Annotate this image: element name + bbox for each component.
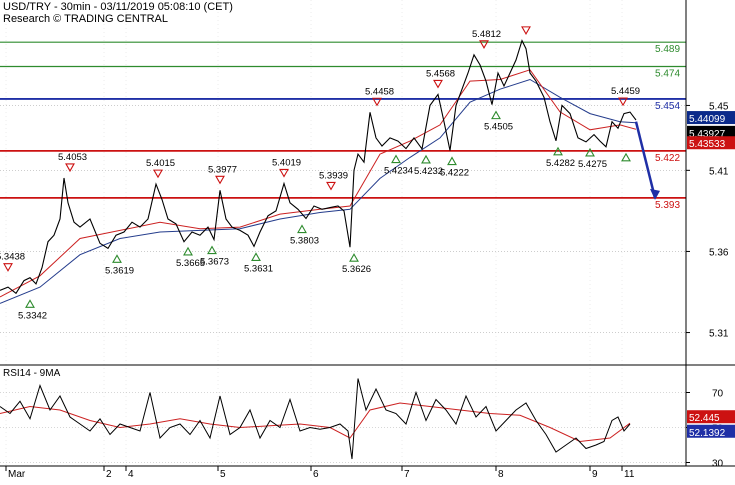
level-label: 5.474: [655, 69, 680, 80]
pivot-high-marker: [326, 181, 336, 191]
rsi-y-tick-label: 30: [712, 459, 724, 470]
pivot-high-marker: [433, 79, 443, 89]
chart-subtitle: Research © TRADING CENTRAL: [3, 13, 168, 25]
pivot-low-marker: [183, 246, 193, 256]
pivot-annotations: 5.4053 5.4015 5.3977 5.4019 5.3939 5.4458 5.45…: [0, 26, 640, 321]
pivot-low-label: 5.4234: [384, 166, 413, 177]
level-label: 5.454: [655, 101, 680, 112]
pivot-low-label: 5.3803: [290, 236, 319, 247]
pivot-high-label: 5.4458: [365, 86, 394, 97]
pivot-low-label: 5.3673: [200, 257, 229, 268]
rsi-title: RSI14 - 9MA: [3, 368, 61, 379]
y-tick-label: 5.41: [709, 166, 729, 177]
pivot-low-marker: [621, 152, 631, 162]
rsi-value-tag: 52.445: [689, 413, 720, 424]
pivot-low-marker: [349, 253, 359, 262]
pivot-low-label: 5.3626: [342, 264, 371, 275]
support-resistance-levels: 5.489 5.474 5.454 5.422 5.393: [0, 41, 686, 211]
ma-blue-line: [0, 78, 637, 304]
pivot-high-label: 5.4459: [611, 86, 640, 97]
pivot-low-marker: [391, 154, 401, 164]
pivot-low-marker: [421, 154, 431, 164]
pivot-high-label: 5.4053: [58, 152, 87, 163]
rsi-value-tag: 52.1392: [689, 428, 726, 439]
x-tick-label: 8: [498, 469, 504, 480]
chart-svg: 5.4895.4745.4545.4225.393 5.40535.40155.…: [0, 0, 735, 480]
price-line: [0, 39, 637, 295]
pivot-high-label: 5.4015: [146, 158, 175, 169]
forecast-arrow: [634, 121, 657, 199]
pivot-high-label: 5.4568: [426, 68, 455, 79]
x-axis: Mar 2 4 5 6 7 8 9 11: [0, 465, 735, 480]
pivot-high-marker: [3, 263, 13, 272]
level-label: 5.393: [655, 200, 680, 211]
pivot-high-marker: [153, 169, 163, 179]
pivot-high-label: 5.4019: [272, 157, 301, 168]
x-tick-label: 11: [624, 469, 635, 480]
x-tick-label: 5: [220, 469, 226, 480]
pivot-low-marker: [251, 252, 261, 261]
x-tick-label: 2: [106, 469, 112, 480]
chart-title: USD/TRY - 30min - 03/11/2019 05:08:10 (C…: [3, 1, 233, 13]
pivot-low-marker: [112, 254, 122, 263]
rsi-panel: 70503052.44552.1392: [0, 378, 735, 470]
x-tick-label: 6: [313, 469, 319, 480]
x-tick-label: 7: [404, 469, 410, 480]
level-label: 5.489: [655, 44, 680, 55]
pivot-high-marker: [521, 26, 531, 35]
pivot-low-label: 5.4282: [546, 158, 575, 169]
y-tick-label: 5.36: [709, 247, 729, 258]
y-tick-label: 5.45: [709, 101, 729, 112]
pivot-low-label: 5.4222: [440, 168, 469, 179]
pivot-high-label: 5.3939: [319, 170, 348, 181]
pivot-low-label: 5.3619: [105, 265, 134, 276]
rsi-ma-line: [0, 402, 631, 443]
chart-root: 5.489 5.474 5.454 5.422 5.393 5.4053 5.4015 5.…: [0, 0, 735, 480]
pivot-low-marker: [447, 156, 457, 166]
pivot-low-label: 5.4275: [578, 159, 607, 170]
x-tick-label: 9: [592, 469, 598, 480]
pivot-high-label: 5.3438: [0, 252, 25, 263]
pivot-low-label: 5.3631: [244, 263, 273, 274]
pivot-low-marker: [297, 224, 307, 234]
pivot-low-label: 5.4505: [484, 122, 513, 133]
rsi-line: [0, 378, 631, 460]
ma-value-tag: 5.43533: [689, 139, 726, 150]
pivot-high-label: 5.4812: [472, 29, 501, 40]
pivot-low-marker: [491, 110, 501, 120]
y-tick-label: 5.31: [709, 329, 729, 340]
x-tick-label: 4: [128, 469, 134, 480]
pivot-high-marker: [215, 175, 225, 185]
pivot-low-label: 5.4232: [414, 166, 443, 177]
pivot-low-marker: [207, 245, 217, 255]
pivot-high-marker: [65, 163, 75, 173]
pivot-low-label: 5.3342: [18, 310, 47, 321]
current-price-tag: 5.44099: [689, 114, 726, 125]
ma-red-line: [0, 69, 637, 298]
x-tick-label: Mar: [8, 469, 26, 480]
grid-lines: [0, 0, 686, 466]
y-axis: 5.455.415.365.315.440995.439275.43533: [0, 0, 735, 466]
pivot-low-marker: [25, 299, 35, 308]
level-label: 5.422: [655, 153, 680, 164]
rsi-y-tick-label: 70: [712, 389, 724, 400]
pivot-high-label: 5.3977: [208, 164, 237, 175]
pivot-high-marker: [279, 168, 289, 178]
